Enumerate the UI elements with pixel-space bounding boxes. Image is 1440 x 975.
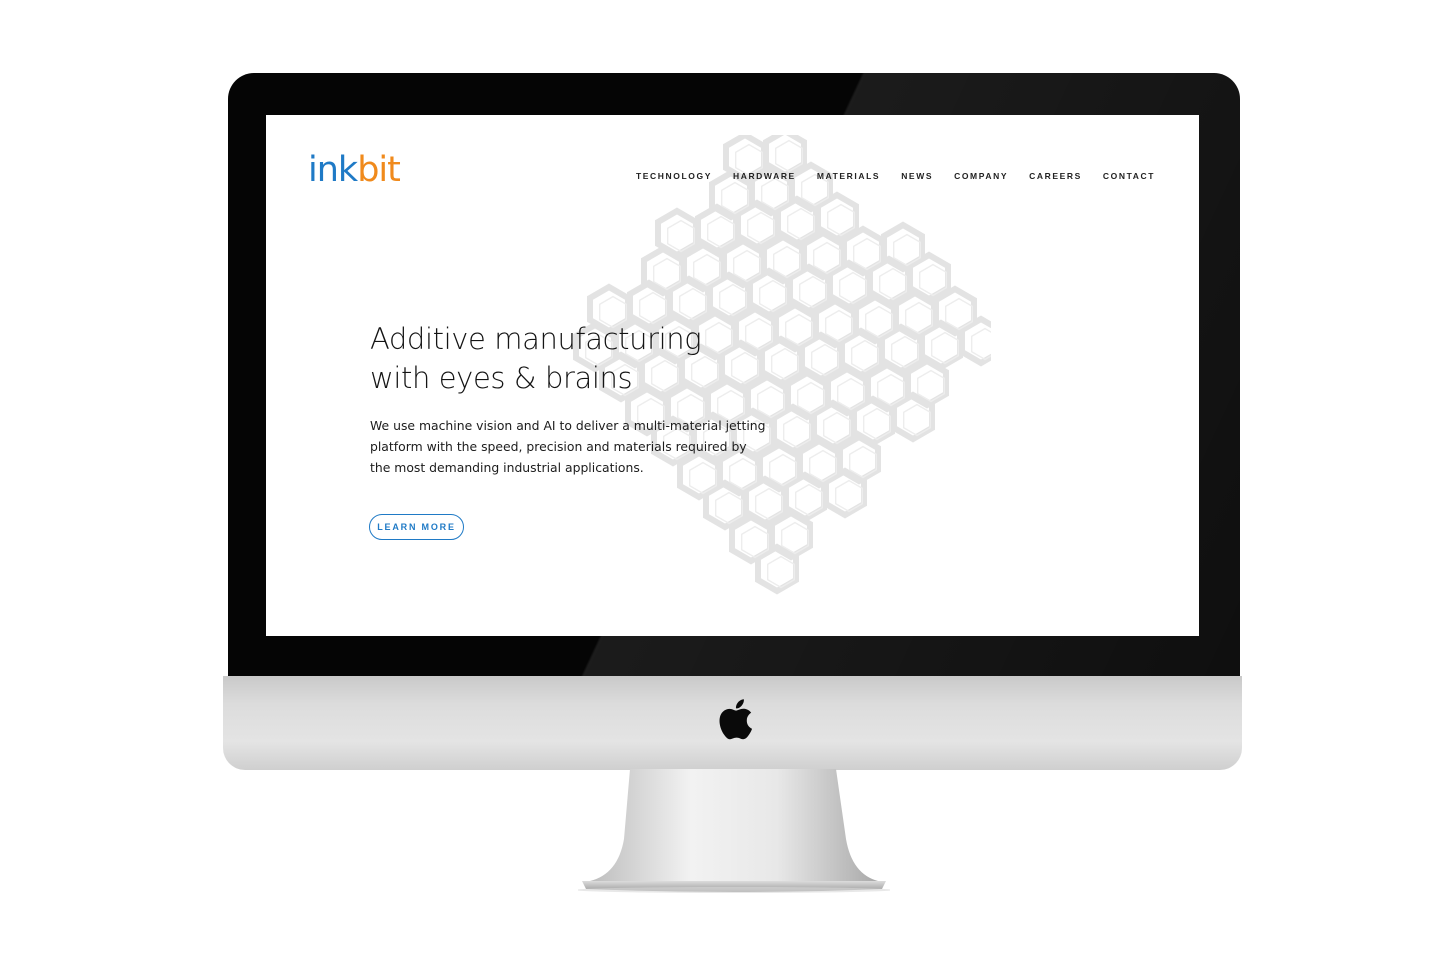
- description-line-2: platform with the speed, precision and m…: [370, 439, 747, 454]
- headline-line-2: with eyes & brains: [370, 361, 633, 395]
- hexagon-cell-inner: [747, 211, 775, 245]
- hexagon-cell-inner: [931, 331, 959, 365]
- hexagon-cell-inner: [787, 207, 815, 241]
- hexagon-cell-inner: [865, 305, 893, 339]
- nav-news[interactable]: NEWS: [901, 171, 933, 181]
- logo-ink: ink: [308, 150, 358, 190]
- hexagon-cell-inner: [823, 411, 851, 445]
- hexagon-cell-inner: [877, 373, 905, 407]
- hexagon-cell-inner: [759, 279, 787, 313]
- website-screen: inkbit TECHNOLOGY HARDWARE MATERIALS NEW…: [266, 115, 1199, 636]
- hexagon-cell-inner: [693, 253, 721, 287]
- hexagon-cell-inner: [653, 257, 681, 291]
- hexagon-cell-inner: [719, 283, 747, 317]
- hexagon-cell-inner: [775, 139, 803, 173]
- description-line-1: We use machine vision and AI to deliver …: [370, 418, 766, 433]
- hexagon-cell-inner: [769, 453, 797, 487]
- hexagon-cell-inner: [853, 237, 881, 271]
- hexagon-cell-inner: [679, 287, 707, 321]
- hexagon-cell-inner: [761, 177, 789, 211]
- hexagon-cell-inner: [827, 203, 855, 237]
- hero-headline: Additive manufacturing with eyes & brain…: [370, 320, 790, 398]
- hero-description: We use machine vision and AI to deliver …: [370, 415, 766, 478]
- main-nav: TECHNOLOGY HARDWARE MATERIALS NEWS COMPA…: [636, 171, 1155, 181]
- hexagon-cell-inner: [783, 415, 811, 449]
- nav-materials[interactable]: MATERIALS: [817, 171, 880, 181]
- nav-contact[interactable]: CONTACT: [1103, 171, 1155, 181]
- hexagon-cell-inner: [837, 377, 865, 411]
- hexagon-cell-inner: [863, 407, 891, 441]
- hexagon-cell-inner: [741, 525, 769, 559]
- hexagon-cell-inner: [715, 491, 743, 525]
- hexagon-cell-inner: [809, 449, 837, 483]
- headline-line-1: Additive manufacturing: [370, 322, 702, 356]
- learn-more-button[interactable]: LEARN MORE: [369, 514, 464, 540]
- hexagon-cell-inner: [799, 275, 827, 309]
- hexagon-cell-inner: [781, 521, 809, 555]
- hexagon-cell-inner: [813, 241, 841, 275]
- hexagon-cell-inner: [851, 339, 879, 373]
- nav-hardware[interactable]: HARDWARE: [733, 171, 796, 181]
- hexagon-cell-inner: [917, 369, 945, 403]
- hexagon-cell-inner: [905, 301, 933, 335]
- hexagon-cell-inner: [767, 555, 795, 589]
- hexagon-cell-inner: [755, 487, 783, 521]
- hexagon-cell-inner: [849, 445, 877, 479]
- hexagon-cell-inner: [839, 271, 867, 305]
- description-line-3: the most demanding industrial applicatio…: [370, 460, 644, 475]
- hexagon-cell-inner: [945, 297, 973, 331]
- hexagon-cell-inner: [825, 309, 853, 343]
- nav-company[interactable]: COMPANY: [954, 171, 1008, 181]
- nav-technology[interactable]: TECHNOLOGY: [636, 171, 712, 181]
- logo-bit: bit: [357, 150, 401, 190]
- inkbit-logo[interactable]: inkbit: [308, 150, 401, 190]
- hexagon-cell-inner: [891, 335, 919, 369]
- hexagon-cell-inner: [797, 381, 825, 415]
- hexagon-cell-inner: [893, 233, 921, 267]
- hexagon-cell-inner: [971, 327, 991, 361]
- hexagon-cell-inner: [773, 245, 801, 279]
- hexagon-cell-inner: [835, 479, 863, 513]
- hexagon-cell-inner: [639, 291, 667, 325]
- hexagon-cell-inner: [707, 215, 735, 249]
- hexagon-cell-inner: [919, 263, 947, 297]
- hexagon-cell-inner: [721, 181, 749, 215]
- hexagon-cell-inner: [795, 483, 823, 517]
- hexagon-cell-inner: [667, 219, 695, 253]
- hexagon-cell-inner: [811, 343, 839, 377]
- apple-logo-icon: [719, 699, 753, 740]
- hexagon-cell-inner: [903, 403, 931, 437]
- nav-careers[interactable]: CAREERS: [1029, 171, 1082, 181]
- hexagon-cell-inner: [733, 249, 761, 283]
- hexagon-cell-inner: [879, 267, 907, 301]
- monitor-stand: [578, 769, 890, 893]
